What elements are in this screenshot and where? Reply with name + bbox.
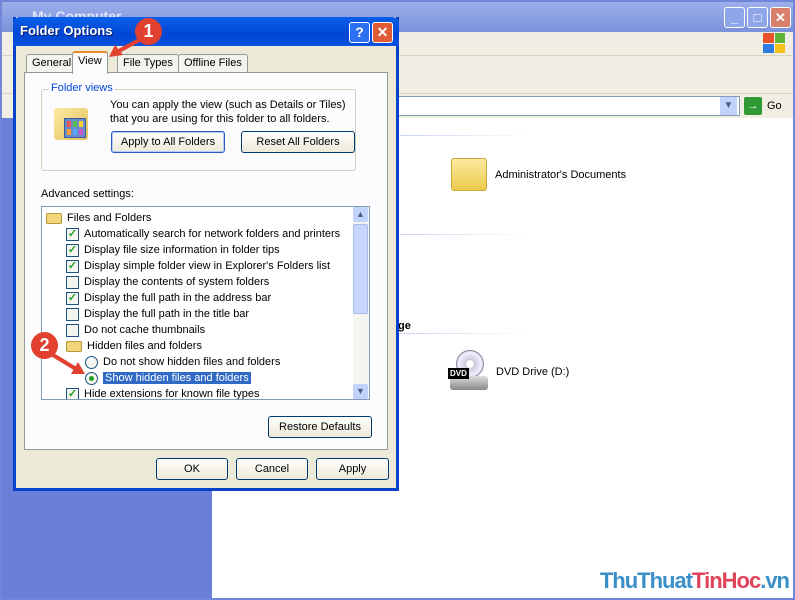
scroll-thumb[interactable] <box>353 224 368 314</box>
go-arrow-icon: → <box>744 97 762 115</box>
setting-checkbox[interactable]: ✓ Display file size information in folder… <box>66 242 280 258</box>
cancel-button[interactable]: Cancel <box>236 458 308 480</box>
item-label: Administrator's Documents <box>495 168 627 181</box>
setting-checkbox[interactable]: ✓ Display simple folder view in Explorer'… <box>66 258 330 274</box>
checkbox-checked[interactable]: ✓ <box>66 291 79 305</box>
setting-label: Display the contents of system folders <box>84 276 270 288</box>
item-dvd-drive[interactable]: DVD DVD Drive (D:) <box>448 350 569 394</box>
setting-label: Do not cache thumbnails <box>84 324 206 336</box>
folder-views-legend: Folder views <box>49 82 115 94</box>
section-header: ge <box>398 320 411 332</box>
checkbox-checked[interactable]: ✓ <box>66 227 79 241</box>
setting-checkbox[interactable]: Display the full path in the title bar <box>66 306 249 322</box>
setting-label: Do not show hidden files and folders <box>103 356 281 368</box>
watermark-part: .vn <box>760 568 790 593</box>
setting-checkbox[interactable]: Do not cache thumbnails <box>66 322 205 338</box>
watermark-logo: ThuThuatTinHoc.vn <box>599 568 790 594</box>
scroll-up-icon[interactable]: ▲ <box>353 207 368 222</box>
go-label: Go <box>767 100 782 112</box>
dialog-title: Folder Options <box>20 23 113 38</box>
scroll-down-icon[interactable]: ▼ <box>353 384 368 399</box>
watermark-part: TinHoc <box>692 568 761 593</box>
scrollbar[interactable]: ▲ ▼ <box>353 207 369 399</box>
checkbox-unchecked[interactable] <box>66 323 79 337</box>
folder-views-icon <box>54 108 88 140</box>
section-divider <box>400 135 530 136</box>
setting-checkbox[interactable]: ✓ Hide extensions for known file types <box>66 386 260 400</box>
view-tab-panel: You can apply the view (such as Details … <box>24 72 388 450</box>
ok-button[interactable]: OK <box>156 458 228 480</box>
step-2-badge: 2 <box>31 332 58 359</box>
folder-views-group: You can apply the view (such as Details … <box>41 89 356 171</box>
setting-label: Automatically search for network folders… <box>84 228 341 240</box>
item-administrators-documents[interactable]: Administrator's Documents <box>451 158 626 191</box>
address-dropdown-icon[interactable]: ▼ <box>720 97 737 115</box>
section-divider <box>400 333 530 334</box>
setting-label: Display the full path in the address bar <box>84 292 272 304</box>
minimize-button[interactable]: _ <box>724 7 745 28</box>
setting-label: Display file size information in folder … <box>84 244 280 256</box>
folder-icon <box>66 340 82 352</box>
reset-all-folders-button[interactable]: Reset All Folders <box>241 131 355 153</box>
settings-group: Files and Folders <box>46 210 151 226</box>
folder-icon <box>451 158 487 191</box>
restore-defaults-button[interactable]: Restore Defaults <box>268 416 372 438</box>
setting-label: Show hidden files and folders <box>103 372 251 384</box>
apply-to-all-folders-button[interactable]: Apply to All Folders <box>111 131 225 153</box>
close-button[interactable]: ✕ <box>770 7 791 28</box>
go-button[interactable]: → Go <box>744 97 782 115</box>
setting-label: Display the full path in the title bar <box>84 308 250 320</box>
setting-radio[interactable]: Show hidden files and folders <box>85 370 251 386</box>
setting-checkbox[interactable]: Display the contents of system folders <box>66 274 269 290</box>
help-button[interactable]: ? <box>349 22 370 43</box>
step-2-arrow-icon <box>51 353 85 374</box>
maximize-button[interactable]: □ <box>747 7 768 28</box>
setting-label: Files and Folders <box>67 212 152 224</box>
setting-label: Display simple folder view in Explorer's… <box>84 260 331 272</box>
folder-views-description: You can apply the view (such as Details … <box>110 99 346 125</box>
folder-options-dialog: Folder Options ? ✕ General View File Typ… <box>13 17 399 491</box>
checkbox-unchecked[interactable] <box>66 307 79 321</box>
dialog-title-bar: Folder Options ? ✕ <box>13 17 399 46</box>
tab-general[interactable]: General <box>26 54 78 73</box>
advanced-settings-list: Files and Folders ✓ Automatically search f… <box>41 206 370 400</box>
watermark-part: ThuThuat <box>599 568 693 593</box>
dvd-drive-icon: DVD <box>448 350 488 394</box>
checkbox-unchecked[interactable] <box>66 275 79 289</box>
checkbox-checked[interactable]: ✓ <box>66 259 79 273</box>
folder-icon <box>46 212 62 224</box>
setting-checkbox[interactable]: ✓ Automatically search for network folder… <box>66 226 340 242</box>
setting-label: Hidden files and folders <box>87 340 202 352</box>
advanced-settings-label: Advanced settings: <box>41 188 134 200</box>
setting-radio[interactable]: Do not show hidden files and folders <box>85 354 280 370</box>
checkbox-checked[interactable]: ✓ <box>66 243 79 257</box>
tab-view[interactable]: View <box>72 51 108 74</box>
section-divider <box>400 234 530 235</box>
windows-logo-icon <box>763 33 785 53</box>
setting-label: Hide extensions for known file types <box>84 388 260 400</box>
apply-button[interactable]: Apply <box>316 458 389 480</box>
tab-offline-files[interactable]: Offline Files <box>178 54 248 73</box>
checkbox-checked[interactable]: ✓ <box>66 387 79 399</box>
item-label: DVD Drive (D:) <box>496 366 570 378</box>
setting-checkbox[interactable]: ✓ Display the full path in the address ba… <box>66 290 271 306</box>
dialog-close-button[interactable]: ✕ <box>372 22 393 43</box>
step-1-badge: 1 <box>135 18 162 45</box>
